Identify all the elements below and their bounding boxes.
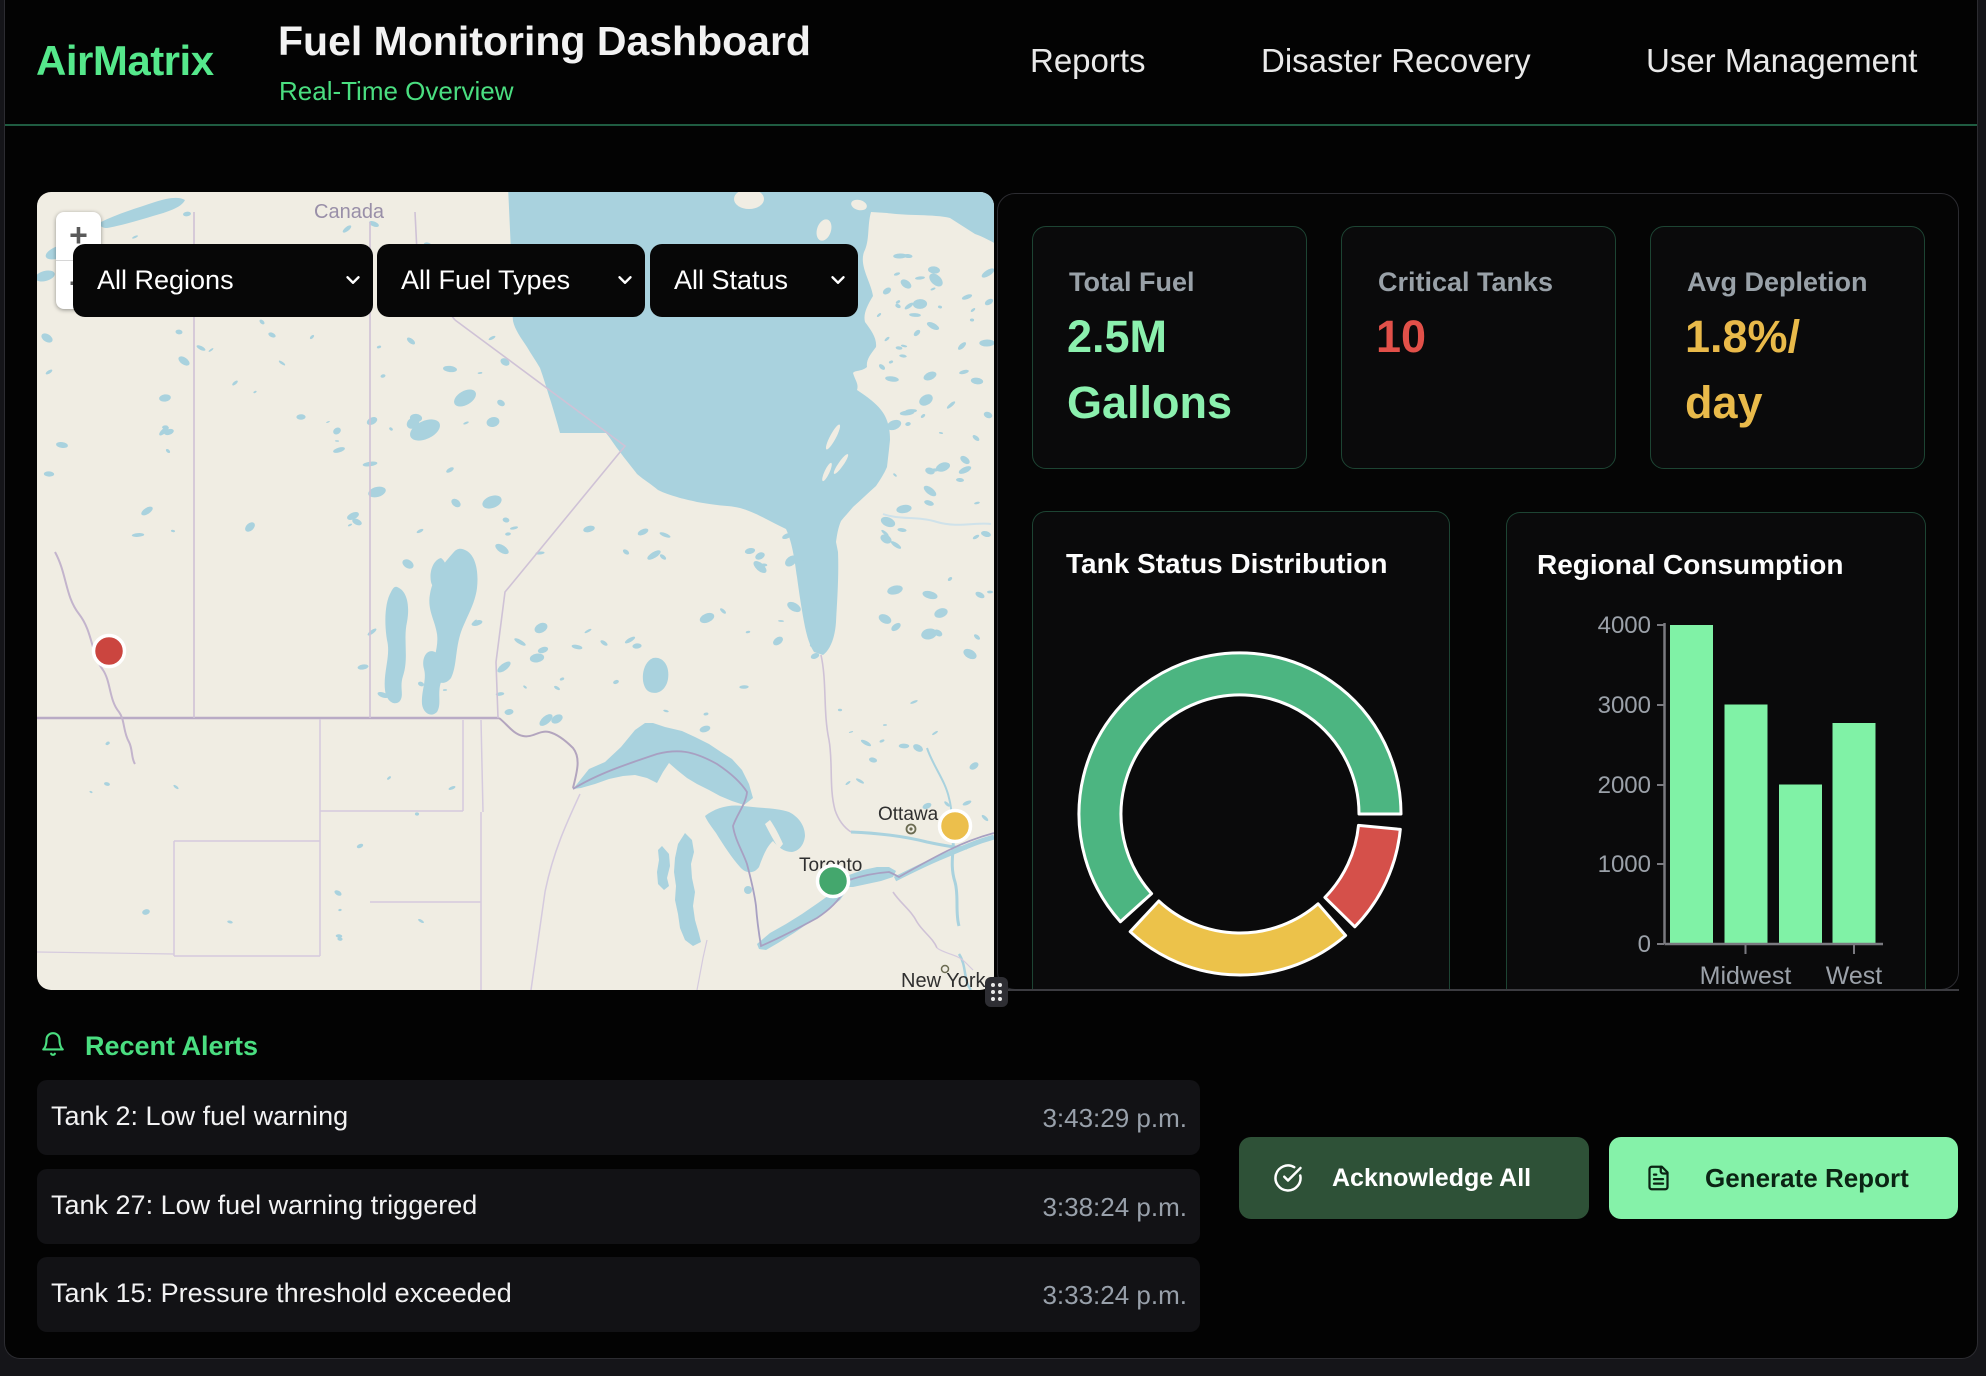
svg-text:West: West <box>1826 962 1883 990</box>
svg-text:4000: 4000 <box>1598 612 1651 639</box>
svg-text:2000: 2000 <box>1598 772 1651 799</box>
svg-text:Canada: Canada <box>314 201 385 223</box>
svg-text:1000: 1000 <box>1598 851 1651 878</box>
svg-text:New York: New York <box>901 970 986 990</box>
svg-text:Ottawa: Ottawa <box>878 804 939 825</box>
svg-text:Midwest: Midwest <box>1700 962 1792 990</box>
svg-text:0: 0 <box>1638 931 1651 958</box>
svg-text:3000: 3000 <box>1598 692 1651 719</box>
